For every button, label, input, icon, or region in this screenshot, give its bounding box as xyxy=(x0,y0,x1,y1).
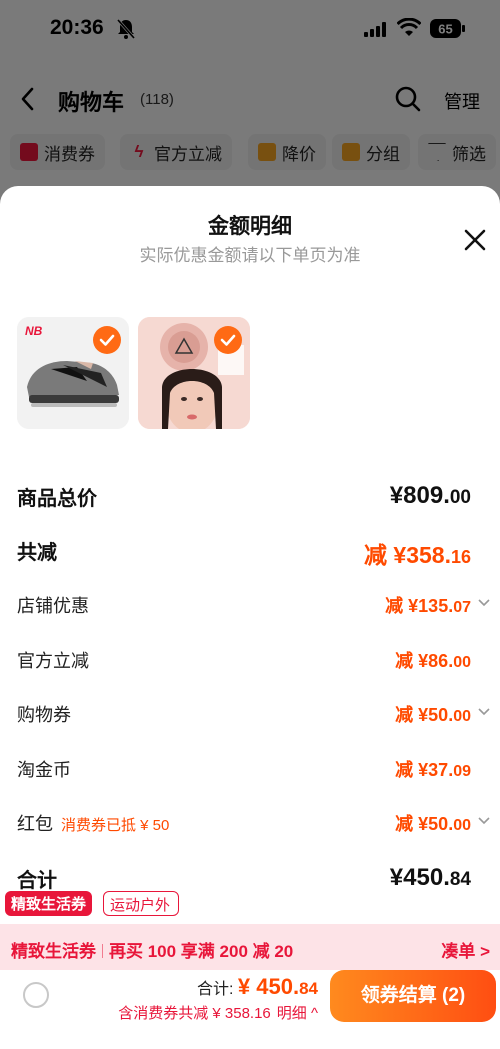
sheet-subtitle: 实际优惠金额请以下单页为准 xyxy=(139,246,361,265)
row-value: ¥450.84 xyxy=(389,864,471,891)
row-red-packet[interactable]: 红包 消费券已抵 ¥ 50 减 ¥50.00 xyxy=(17,810,490,840)
row-label: 商品总价 xyxy=(17,488,97,510)
row-store-discount[interactable]: 店铺优惠 减 ¥135.07 xyxy=(17,592,490,622)
row-value: 减 ¥50.00 xyxy=(395,705,471,725)
row-label: 红包 消费券已抵 ¥ 50 xyxy=(17,814,170,834)
promo-text: 精致生活券 再买 100 享满 200 减 20 xyxy=(11,942,294,961)
checkout-savings: 含消费券共减 ¥ 358.16 明细 ^ xyxy=(118,1005,318,1022)
row-total-reduce: 共减 减 ¥358.16 xyxy=(17,536,487,568)
select-all-radio[interactable] xyxy=(23,982,49,1008)
chevron-down-icon[interactable] xyxy=(477,814,491,828)
row-value: 减 ¥86.00 xyxy=(395,651,471,671)
row-value: 减 ¥358.16 xyxy=(364,542,471,568)
row-taojin-coin: 淘金币 减 ¥37.09 xyxy=(17,756,487,786)
add-on-link[interactable]: 凑单 > xyxy=(441,937,490,962)
promo-tag-lifestyle[interactable]: 精致生活券 xyxy=(5,891,93,916)
row-label: 店铺优惠 xyxy=(17,596,89,616)
row-label: 淘金币 xyxy=(17,760,71,780)
product-thumbnail-cosmetic[interactable] xyxy=(138,317,250,429)
row-value: ¥809.00 xyxy=(389,482,471,509)
product-thumbnail-sneaker[interactable]: NB xyxy=(17,317,129,429)
checkout-total: 合计: ¥ 450.84 xyxy=(197,974,318,999)
promo-tag-outdoor[interactable]: 运动户外 xyxy=(103,891,179,916)
chevron-down-icon[interactable] xyxy=(477,596,491,610)
row-label: 购物券 xyxy=(17,705,71,725)
row-value: 减 ¥37.09 xyxy=(395,760,471,780)
red-packet-note: 消费券已抵 ¥ 50 xyxy=(61,817,170,834)
row-label: 官方立减 xyxy=(17,651,89,671)
checkout-bar: 合计: ¥ 450.84 含消费券共减 ¥ 358.16 明细 ^ 领券结算 (2… xyxy=(0,970,500,1049)
row-value: 减 ¥50.00 xyxy=(395,814,471,834)
checked-icon[interactable] xyxy=(214,326,242,354)
row-shopping-coupon[interactable]: 购物券 减 ¥50.00 xyxy=(17,701,490,731)
detail-toggle[interactable]: 明细 ^ xyxy=(277,1005,318,1022)
sheet-title: 金额明细 xyxy=(208,215,292,238)
row-official-reduce: 官方立减 减 ¥86.00 xyxy=(17,647,487,677)
row-total-price: 商品总价 ¥809.00 xyxy=(17,482,487,512)
checked-icon[interactable] xyxy=(93,326,121,354)
svg-text:NB: NB xyxy=(25,324,43,338)
row-sum: 合计 ¥450.84 xyxy=(17,864,487,894)
amount-detail-sheet: 金额明细 实际优惠金额请以下单页为准 NB 商品总价 ¥809.00 共减 减 … xyxy=(0,186,500,1049)
close-icon[interactable] xyxy=(462,227,488,253)
checkout-button[interactable]: 领券结算 (2) xyxy=(330,970,496,1022)
row-value: 减 ¥135.07 xyxy=(385,596,471,616)
row-label: 合计 xyxy=(17,870,57,892)
chevron-down-icon[interactable] xyxy=(477,705,491,719)
promo-bar[interactable]: 精致生活券 再买 100 享满 200 减 20 凑单 > xyxy=(0,924,500,970)
row-label: 共减 xyxy=(17,542,57,564)
